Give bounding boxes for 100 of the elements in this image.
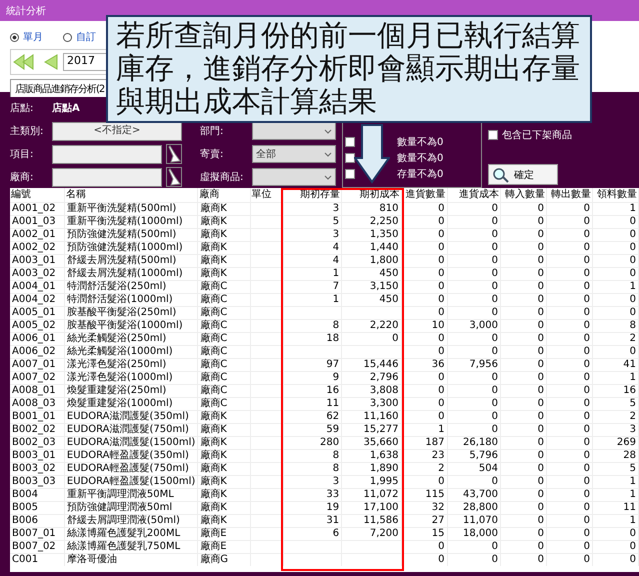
table-cell: 0 xyxy=(492,307,498,318)
table-cell: 絲漾博羅色護髮乳750ML xyxy=(66,541,180,552)
table-cell: 27 xyxy=(432,515,444,526)
column-header[interactable]: 領料數量 xyxy=(592,188,638,202)
table-cell: 0 xyxy=(538,476,544,487)
item-label: 項目: xyxy=(10,148,34,161)
table-cell: 廠商C xyxy=(200,346,228,357)
virtual-goods-label: 虛擬商品: xyxy=(200,170,244,184)
table-cell: 8 xyxy=(332,450,340,461)
period-radio[interactable]: 單月 xyxy=(10,29,43,45)
table-cell: A008_01 xyxy=(12,385,56,396)
consignment-dropdown[interactable]: 全部 xyxy=(252,145,336,163)
table-cell: B002_03 xyxy=(12,437,56,448)
table-cell: 胺基酸平衡髮浴(250ml) xyxy=(66,307,176,318)
vendor-field[interactable] xyxy=(52,168,162,186)
table-cell: 0 xyxy=(538,515,544,526)
table-cell: 0 xyxy=(492,281,498,292)
table-cell: 廠商K xyxy=(200,515,227,526)
table-cell: 18,000 xyxy=(462,528,498,539)
table-cell: 廠商K xyxy=(200,502,227,513)
virtual-goods-dropdown[interactable] xyxy=(252,168,336,186)
table-cell: A008_03 xyxy=(12,398,56,409)
table-cell: 2,250 xyxy=(370,216,399,227)
table-cell: 3,300 xyxy=(370,398,399,409)
table-cell: B002_02 xyxy=(12,424,56,435)
table-cell: 廠商K xyxy=(200,489,227,500)
table-cell: 絲光柔觸髮浴(1000ml) xyxy=(66,346,173,357)
table-cell: 廠商K xyxy=(200,450,227,461)
table-cell: 280 xyxy=(320,437,340,448)
table-cell: 漾光澤色髮浴(1000ml) xyxy=(66,372,173,383)
table-cell: 廠商C xyxy=(200,385,228,396)
table-cell: 1,638 xyxy=(370,450,399,461)
category-label: 主類別: xyxy=(10,124,44,138)
column-header[interactable]: 進貨成本 xyxy=(447,188,500,202)
table-cell: 1,890 xyxy=(370,463,399,474)
table-cell: 0 xyxy=(538,333,544,344)
filter-checkbox[interactable]: 數量不為0 xyxy=(345,151,481,165)
column-header[interactable]: 名稱 xyxy=(64,188,198,202)
category-field[interactable]: <不指定> xyxy=(52,122,182,140)
include-removed-checkbox[interactable]: 包含已下架商品 xyxy=(488,128,572,142)
table-cell: 0 xyxy=(538,541,544,552)
table-cell: 0 xyxy=(438,203,444,214)
table-cell: 0 xyxy=(438,242,444,253)
table-cell: 11,160 xyxy=(364,411,399,422)
table-cell: 舒緩去屑洗髮精(1000ml) xyxy=(66,268,183,279)
column-header[interactable]: 廠商 xyxy=(198,188,250,202)
table-cell: 廠商E xyxy=(200,528,227,539)
table-cell: 0 xyxy=(492,411,498,422)
table-cell: 0 xyxy=(538,424,544,435)
table-cell: EUDORA輕盈護髮(1500ml) xyxy=(66,476,196,487)
column-header[interactable]: 轉入數量 xyxy=(500,188,546,202)
filter-checkbox[interactable]: 數量不為0 xyxy=(345,135,481,149)
column-header[interactable]: 編號 xyxy=(10,188,64,202)
table-cell: A006_02 xyxy=(12,346,56,357)
table-cell: 115 xyxy=(425,489,444,500)
table-cell: 0 xyxy=(584,476,590,487)
table-cell: 舒緩去屑洗髮精(500ml) xyxy=(66,255,176,266)
column-header[interactable]: 進貨數量 xyxy=(401,188,447,202)
chevron-icon xyxy=(324,152,332,156)
table-cell: 8 xyxy=(332,320,340,331)
table-cell: 廠商K xyxy=(200,424,227,435)
table-cell: 0 xyxy=(630,242,636,253)
table-cell: 0 xyxy=(584,281,590,292)
table-cell: 18 xyxy=(326,333,340,344)
table-cell: 0 xyxy=(584,333,590,344)
table-cell: 0 xyxy=(538,411,544,422)
table-cell: 煥髮重建髮浴(250ml) xyxy=(66,385,166,396)
table-cell: 59 xyxy=(326,424,340,435)
table-cell: 1,440 xyxy=(370,242,399,253)
table-cell: 0 xyxy=(584,229,590,240)
table-cell: B003_01 xyxy=(12,450,56,461)
table-cell: 6 xyxy=(332,528,340,539)
table-cell: B001_01 xyxy=(12,411,56,422)
table-cell: 2,220 xyxy=(370,320,399,331)
table-cell: 0 xyxy=(538,359,544,370)
table-cell: 廠商K xyxy=(200,476,227,487)
table-cell: 0 xyxy=(492,398,498,409)
table-cell: 269 xyxy=(616,437,636,448)
confirm-button[interactable]: 確定 xyxy=(488,164,558,185)
table-cell: 0 xyxy=(584,450,590,461)
table-cell: EUDORA滋潤護髮(750ml) xyxy=(66,424,189,435)
table-cell: 0 xyxy=(630,307,636,318)
filter-checkbox[interactable]: 存量不為0 xyxy=(345,167,481,181)
table-cell: 0 xyxy=(438,554,444,565)
callout-tooltip: 若所查詢月份的前一個月已執行結算庫存，進銷存分析即會顯示期出存量與期出成本計算結果 xyxy=(106,15,592,123)
table-cell: 0 xyxy=(492,255,498,266)
table-cell: 15,446 xyxy=(364,359,399,370)
period-radio[interactable]: 自訂 xyxy=(63,29,96,45)
table-cell: 11 xyxy=(623,502,636,513)
table-cell: 0 xyxy=(492,541,498,552)
item-field[interactable] xyxy=(52,144,162,164)
column-header[interactable]: 單位 xyxy=(250,188,284,202)
table-cell: A007_01 xyxy=(12,359,56,370)
table-cell: 810 xyxy=(379,203,399,214)
table-cell: B004 xyxy=(12,489,38,500)
column-header[interactable]: 轉出數量 xyxy=(546,188,592,202)
table-cell: 11,070 xyxy=(462,515,498,526)
search-icon xyxy=(492,166,510,182)
table-cell: 17,100 xyxy=(364,502,399,513)
department-dropdown[interactable] xyxy=(252,122,336,140)
